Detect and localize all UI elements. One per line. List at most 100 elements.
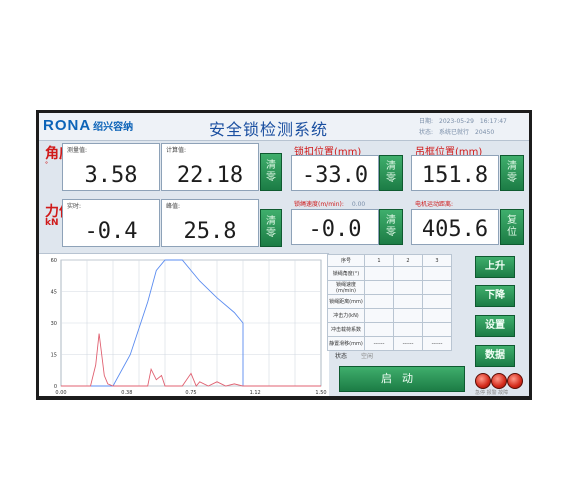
- table-header-cell: 序号: [327, 254, 365, 267]
- table-cell: [393, 280, 423, 295]
- down-button[interactable]: 下降: [475, 285, 515, 307]
- table-row: 锁绳速度(m/min): [327, 280, 452, 295]
- force-clear-button[interactable]: 清零: [260, 209, 282, 247]
- lock-speed-clear-button[interactable]: 清零: [379, 209, 403, 245]
- x-tick-label: 0.75: [185, 390, 196, 396]
- motor-reset-button[interactable]: 复位: [500, 209, 524, 245]
- status-value: 系统已就行: [439, 129, 470, 136]
- header-bar: RONA 绍兴容纳 安全锁检测系统 日期: 2023-05-29 16:17:47 状…: [39, 113, 529, 141]
- table-cell: [422, 294, 452, 309]
- start-button[interactable]: 启动: [339, 366, 465, 392]
- table-row-label: 冲击力(kN): [327, 308, 365, 323]
- table-row-label: 冲击载荷系数: [327, 322, 365, 337]
- lock-speed-value: -0.0: [308, 217, 362, 242]
- time-value: 16:17:47: [479, 118, 507, 125]
- emergency-stop-lamp-icon: [475, 373, 491, 389]
- lock-speed-set-value: 0.00: [351, 201, 366, 208]
- fault-lamp-icon: [507, 373, 523, 389]
- date-value: 2023-05-29: [439, 118, 474, 125]
- force-realtime-caption: 实时:: [67, 203, 82, 210]
- table-header-cell: 1: [364, 254, 394, 267]
- angle-calc-caption: 计算值:: [166, 147, 187, 154]
- table-cell: ------: [364, 336, 394, 351]
- frame-position-clear-button[interactable]: 清零: [500, 155, 524, 191]
- table-cell: [364, 294, 394, 309]
- chart-svg: 0153045600.00 0.38 0.75 1.12 1.50: [51, 258, 327, 396]
- x-tick-label: 0.38: [121, 390, 132, 396]
- lock-speed-box: -0.0: [291, 209, 379, 245]
- table-row: 锁绳距离(mm): [327, 294, 452, 309]
- alarm-lamp-icon: [491, 373, 507, 389]
- table-cell: [364, 308, 394, 323]
- settings-button[interactable]: 设置: [475, 315, 515, 337]
- hmi-panel: RONA 绍兴容纳 安全锁检测系统 日期: 2023-05-29 16:17:47 状…: [39, 113, 529, 396]
- motor-distance-label: 电机运动距离:: [415, 201, 454, 208]
- state-row: 状态 空闲: [335, 351, 373, 360]
- table-row: 锁绳角度(°): [327, 266, 452, 281]
- frame-position-box: 151.8: [411, 155, 499, 191]
- table-header-row: 序号 1 2 3: [327, 254, 452, 267]
- frame-position-value: 151.8: [421, 163, 489, 188]
- y-tick-label: 15: [51, 353, 57, 359]
- date-line: 日期: 2023-05-29 16:17:47: [419, 116, 513, 125]
- table-row-label: 锁绳角度(°): [327, 266, 365, 281]
- table-cell: [422, 266, 452, 281]
- force-peak-value: 25.8: [183, 219, 237, 244]
- table-cell: [393, 266, 423, 281]
- y-tick-label: 45: [51, 290, 57, 296]
- force-peak-box: 峰值: 25.8: [161, 199, 259, 247]
- lock-speed-label: 锁绳速度(m/min): 0.00: [294, 201, 366, 208]
- table-cell: [393, 308, 423, 323]
- table-row-label: 锁绳速度(m/min): [327, 280, 365, 295]
- lock-position-clear-button[interactable]: 清零: [379, 155, 403, 191]
- logo-text: RONA: [43, 117, 92, 134]
- table-cell: [422, 280, 452, 295]
- table-row: 冲击载荷系数: [327, 322, 452, 337]
- x-tick-label: 1.50: [315, 390, 326, 396]
- force-realtime-value: -0.4: [84, 219, 138, 244]
- table-cell: [422, 322, 452, 337]
- page-title: 安全锁检测系统: [209, 120, 329, 139]
- state-label: 状态: [335, 353, 348, 360]
- x-tick-label: 1.12: [250, 390, 261, 396]
- status-label: 状态:: [419, 129, 434, 136]
- status-line: 状态: 系统已就行 20450: [419, 127, 500, 136]
- force-realtime-box: 实时: -0.4: [62, 199, 160, 247]
- table-header-cell: 2: [393, 254, 423, 267]
- angle-measured-caption: 测量值:: [67, 147, 88, 154]
- table-cell: [364, 280, 394, 295]
- table-cell: ------: [422, 336, 452, 351]
- force-curve-chart: 0 15 30 45 60 0.00 0.38 0.75 1.12 1.50: [39, 253, 329, 396]
- table-row: 静置滑移(mm) ------ ------ ------: [327, 336, 452, 351]
- logo: RONA 绍兴容纳: [43, 117, 133, 134]
- table-cell: [364, 322, 394, 337]
- table-row-label: 锁绳距离(mm): [327, 294, 365, 309]
- table-cell: [364, 266, 394, 281]
- lock-position-box: -33.0: [291, 155, 379, 191]
- force-peak-caption: 峰值:: [166, 203, 181, 210]
- table-cell: [422, 308, 452, 323]
- extra-value: 20450: [475, 129, 495, 136]
- data-button[interactable]: 数据: [475, 345, 515, 367]
- motor-distance-box: 405.6: [411, 209, 499, 245]
- table-row-label: 静置滑移(mm): [327, 336, 365, 351]
- angle-measured-box: 测量值: 3.58: [62, 143, 160, 191]
- angle-calc-value: 22.18: [176, 163, 244, 188]
- table-cell: [393, 294, 423, 309]
- x-tick-label: 0.00: [55, 390, 66, 396]
- monitor-frame: RONA 绍兴容纳 安全锁检测系统 日期: 2023-05-29 16:17:47 状…: [36, 110, 532, 400]
- angle-clear-button[interactable]: 清零: [260, 153, 282, 191]
- table-cell: ------: [393, 336, 423, 351]
- y-tick-label: 60: [51, 258, 57, 264]
- motor-distance-value: 405.6: [421, 217, 489, 242]
- table-header-cell: 3: [422, 254, 452, 267]
- results-table: 序号 1 2 3 锁绳角度(°) 锁绳速度(m/min) 锁绳距离(mm) 冲击…: [327, 254, 452, 351]
- table-row: 冲击力(kN): [327, 308, 452, 323]
- lock-position-value: -33.0: [301, 163, 369, 188]
- y-tick-label: 30: [51, 321, 57, 327]
- logo-cn-text: 绍兴容纳: [93, 122, 134, 133]
- up-button[interactable]: 上升: [475, 256, 515, 278]
- date-label: 日期:: [419, 118, 434, 125]
- table-cell: [393, 322, 423, 337]
- lamps-label: 急停 报警 故障: [475, 390, 509, 396]
